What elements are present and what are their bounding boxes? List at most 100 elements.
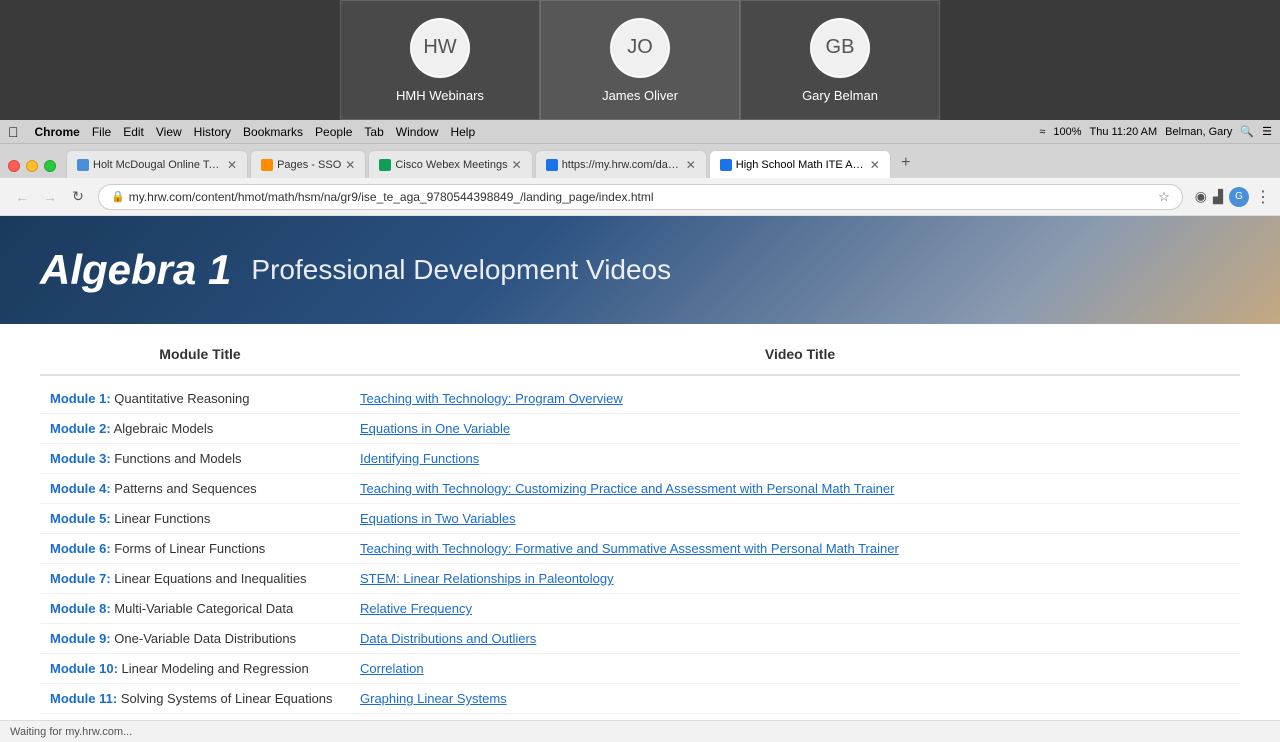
module-desc-4: Linear Functions: [114, 511, 210, 526]
module-label-2: Module 3: Functions and Models: [40, 451, 360, 466]
menu-edit[interactable]: Edit: [123, 125, 144, 139]
module-row: Module 6: Forms of Linear Functions Teac…: [40, 534, 1240, 564]
browser-status-bar: Waiting for my.hrw.com...: [0, 720, 1280, 742]
column-headers: Module Title Video Title: [40, 334, 1240, 376]
status-text: Waiting for my.hrw.com...: [10, 726, 132, 738]
menu-bookmarks[interactable]: Bookmarks: [243, 125, 303, 139]
profile-card-gb[interactable]: GB Gary Belman: [740, 0, 940, 120]
module-row: Module 8: Multi-Variable Categorical Dat…: [40, 594, 1240, 624]
battery-indicator: 100%: [1053, 126, 1081, 138]
tab-label-hrw: https://my.hrw.com/dashboa...: [562, 159, 682, 171]
module-desc-10: Solving Systems of Linear Equations: [121, 691, 333, 706]
star-icon[interactable]: ☆: [1158, 189, 1170, 205]
module-label-3: Module 4: Patterns and Sequences: [40, 481, 360, 496]
maximize-window-button[interactable]: [44, 160, 56, 172]
profile-name-hw: HMH Webinars: [396, 88, 484, 103]
reload-button[interactable]: ↻: [66, 185, 90, 209]
profile-card-hw[interactable]: HW HMH Webinars: [340, 0, 540, 120]
column-module-title: Module Title: [40, 346, 360, 362]
module-video-link-10[interactable]: Graphing Linear Systems: [360, 691, 1240, 706]
tab-close-active[interactable]: ✕: [870, 158, 880, 172]
back-button[interactable]: ←: [10, 185, 34, 209]
close-window-button[interactable]: [8, 160, 20, 172]
tab-hmh[interactable]: Holt McDougal Online Teache... ✕: [66, 150, 248, 178]
module-number-8: Module 9:: [50, 631, 111, 646]
module-desc-6: Linear Equations and Inequalities: [114, 571, 306, 586]
menu-tab[interactable]: Tab: [364, 125, 383, 139]
menu-view[interactable]: View: [156, 125, 182, 139]
module-label-8: Module 9: One-Variable Data Distribution…: [40, 631, 360, 646]
module-label-4: Module 5: Linear Functions: [40, 511, 360, 526]
module-desc-8: One-Variable Data Distributions: [114, 631, 296, 646]
tab-label-sso: Pages - SSO: [277, 159, 341, 171]
profile-name-gb: Gary Belman: [802, 88, 878, 103]
tab-favicon-hmh: [77, 159, 89, 171]
tab-favicon-active: [720, 159, 732, 171]
module-desc-0: Quantitative Reasoning: [114, 391, 249, 406]
tab-bar: Holt McDougal Online Teache... ✕ Pages -…: [0, 144, 1280, 178]
module-video-link-7[interactable]: Relative Frequency: [360, 601, 1240, 616]
tab-close-hrw[interactable]: ✕: [686, 158, 696, 172]
module-video-link-2[interactable]: Identifying Functions: [360, 451, 1240, 466]
nav-buttons: ← → ↻: [10, 185, 90, 209]
tab-close-sso[interactable]: ✕: [345, 158, 355, 172]
tab-sso[interactable]: Pages - SSO ✕: [250, 150, 366, 178]
module-row: Module 10: Linear Modeling and Regressio…: [40, 654, 1240, 684]
notification-icon[interactable]: ☰: [1262, 125, 1272, 138]
tab-close-webex[interactable]: ✕: [512, 158, 522, 172]
content-area: Module Title Video Title Module 1: Quant…: [0, 324, 1280, 720]
module-video-link-0[interactable]: Teaching with Technology: Program Overvi…: [360, 391, 1240, 406]
lock-icon: 🔒: [111, 190, 125, 203]
url-text: my.hrw.com/content/hmot/math/hsm/na/gr9/…: [129, 190, 654, 204]
url-bar[interactable]: 🔒 my.hrw.com/content/hmot/math/hsm/na/gr…: [98, 184, 1183, 210]
menu-window[interactable]: Window: [396, 125, 439, 139]
module-number-10: Module 11:: [50, 691, 117, 706]
page-title: Algebra 1: [40, 246, 231, 294]
forward-button[interactable]: →: [38, 185, 62, 209]
extensions-icon[interactable]: ◉: [1195, 188, 1207, 205]
menu-help[interactable]: Help: [450, 125, 475, 139]
avatar-gb: GB: [810, 18, 870, 78]
module-video-link-4[interactable]: Equations in Two Variables: [360, 511, 1240, 526]
url-bar-icons: ☆: [1158, 189, 1170, 205]
avatar-hw: HW: [410, 18, 470, 78]
module-video-link-1[interactable]: Equations in One Variable: [360, 421, 1240, 436]
module-video-link-8[interactable]: Data Distributions and Outliers: [360, 631, 1240, 646]
menu-file[interactable]: File: [92, 125, 111, 139]
tab-favicon-webex: [379, 159, 391, 171]
module-row: Module 2: Algebraic Models Equations in …: [40, 414, 1240, 444]
module-desc-5: Forms of Linear Functions: [114, 541, 265, 556]
module-number-7: Module 8:: [50, 601, 111, 616]
menu-history[interactable]: History: [194, 125, 231, 139]
module-video-link-6[interactable]: STEM: Linear Relationships in Paleontolo…: [360, 571, 1240, 586]
menu-chrome[interactable]: Chrome: [35, 125, 80, 139]
search-icon[interactable]: 🔍: [1240, 125, 1254, 138]
menu-people[interactable]: People: [315, 125, 352, 139]
tab-close-hmh[interactable]: ✕: [227, 158, 237, 172]
module-row: Module 3: Functions and Models Identifyi…: [40, 444, 1240, 474]
module-video-link-5[interactable]: Teaching with Technology: Formative and …: [360, 541, 1240, 556]
tab-hrw[interactable]: https://my.hrw.com/dashboa... ✕: [535, 150, 707, 178]
module-video-link-3[interactable]: Teaching with Technology: Customizing Pr…: [360, 481, 1240, 496]
tab-label-hmh: Holt McDougal Online Teache...: [93, 159, 223, 171]
cast-icon[interactable]: ▟: [1213, 189, 1223, 205]
module-number-9: Module 10:: [50, 661, 118, 676]
module-label-0: Module 1: Quantitative Reasoning: [40, 391, 360, 406]
module-video-link-9[interactable]: Correlation: [360, 661, 1240, 676]
desktop-background: HW HMH Webinars JO James Oliver GB Gary …: [0, 0, 1280, 120]
module-number-1: Module 2:: [50, 421, 111, 436]
menu-dots-icon[interactable]: ⋮: [1255, 187, 1270, 207]
module-number-3: Module 4:: [50, 481, 111, 496]
user-profile-icon[interactable]: G: [1229, 187, 1249, 207]
module-list: Module 1: Quantitative Reasoning Teachin…: [40, 384, 1240, 720]
tab-favicon-hrw: [546, 159, 558, 171]
minimize-window-button[interactable]: [26, 160, 38, 172]
module-number-4: Module 5:: [50, 511, 111, 526]
apple-menu-icon[interactable]: : [8, 124, 19, 140]
tab-webex[interactable]: Cisco Webex Meetings ✕: [368, 150, 532, 178]
new-tab-button[interactable]: +: [893, 150, 919, 176]
tab-active[interactable]: High School Math ITE Algebra... ✕: [709, 150, 891, 178]
avatar-jo: JO: [610, 18, 670, 78]
profile-card-jo[interactable]: JO James Oliver: [540, 0, 740, 120]
module-row: Module 5: Linear Functions Equations in …: [40, 504, 1240, 534]
